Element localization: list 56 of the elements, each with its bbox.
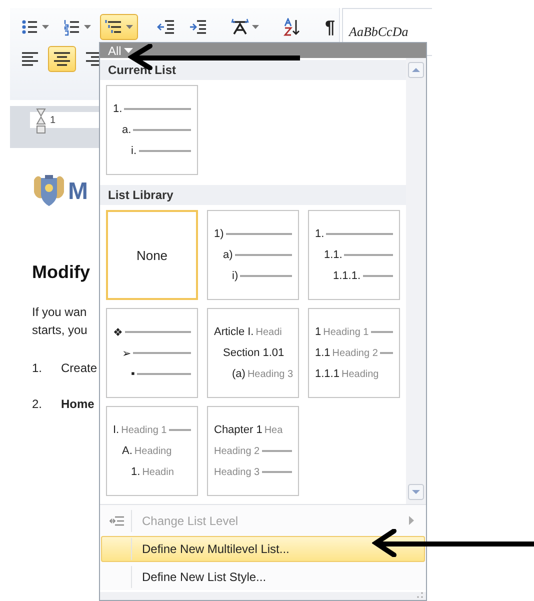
- level-number: i): [232, 270, 238, 282]
- list-number: 1.: [32, 361, 44, 375]
- heading-label: Headi: [256, 326, 282, 338]
- level-number: A.: [122, 445, 132, 457]
- level-number: I.: [113, 424, 120, 436]
- level-number: 1.: [315, 228, 324, 240]
- level-number: i.: [131, 145, 136, 157]
- heading-label: Heading: [134, 446, 172, 456]
- style-sample: AaBbCcDa: [349, 24, 408, 40]
- ruler-number: 1: [50, 114, 56, 126]
- heading: Modify: [32, 262, 91, 283]
- heading-label: Heading 2: [214, 446, 260, 456]
- level-number: 1.1: [315, 347, 330, 359]
- menu-item[interactable]: Define New List Style...: [101, 564, 425, 590]
- list-style-tile[interactable]: 1. 1.1. 1.1.1.: [308, 210, 400, 300]
- list-style-tile[interactable]: 1. a. i.: [106, 85, 198, 175]
- heading-label: Heading 1: [323, 326, 369, 338]
- menu-item[interactable]: Define New Multilevel List...: [101, 536, 425, 562]
- list-style-tile[interactable]: 1) a) i): [207, 210, 299, 300]
- logo-text: M: [68, 178, 88, 206]
- level-number: Chapter 1: [214, 424, 262, 436]
- level-number: a.: [122, 124, 132, 136]
- list-style-tile[interactable]: 1 Heading 1 1.1 Heading 2 1.1.1 Heading: [308, 308, 400, 398]
- list-style-tile[interactable]: None: [106, 210, 198, 300]
- list-style-tile[interactable]: ❖ ➢ ▪: [106, 308, 198, 398]
- level-number: ▪: [131, 368, 135, 380]
- heading-label: Heading 3: [247, 368, 294, 380]
- level-number: (a): [232, 368, 246, 380]
- paragraph-line: starts, you: [32, 322, 88, 339]
- level-number: 1: [315, 326, 322, 338]
- level-number: 1.: [131, 466, 140, 478]
- heading-label: Hea: [264, 424, 283, 436]
- list-text: Create: [61, 361, 98, 375]
- level-number: 1.1.1.: [333, 270, 361, 282]
- level-number: 1.: [113, 103, 122, 115]
- level-number: a): [223, 249, 233, 261]
- list-style-tile[interactable]: Chapter 1 Hea Heading 2 Heading 3: [207, 406, 299, 496]
- heading-label: Heading: [341, 368, 379, 380]
- heading-label: Heading 1: [121, 424, 167, 436]
- level-number: ➢: [122, 346, 131, 360]
- level-number: 1.1.: [324, 249, 342, 261]
- list-text: Home: [61, 397, 94, 411]
- heading-label: Heading 2: [332, 348, 378, 358]
- list-style-tile[interactable]: Article I. Headi Section 1.01 (a) Heading 3: [207, 308, 299, 398]
- level-number: Article I.: [214, 326, 254, 338]
- level-number: 1.1.1: [315, 368, 340, 380]
- level-number: 1): [214, 228, 224, 240]
- level-number: ❖: [113, 326, 123, 338]
- pilcrow-button[interactable]: ¶: [320, 14, 340, 40]
- heading-label: Headin: [142, 466, 174, 478]
- heading-label: Heading 3: [214, 466, 260, 478]
- level-number: Section 1.01: [223, 347, 284, 359]
- paragraph-line: If you wan: [32, 304, 88, 321]
- section-header: List Library: [100, 185, 406, 205]
- list-style-tile[interactable]: I. Heading 1 A. Heading 1. Headin: [106, 406, 198, 496]
- list-number: 2.: [32, 397, 44, 411]
